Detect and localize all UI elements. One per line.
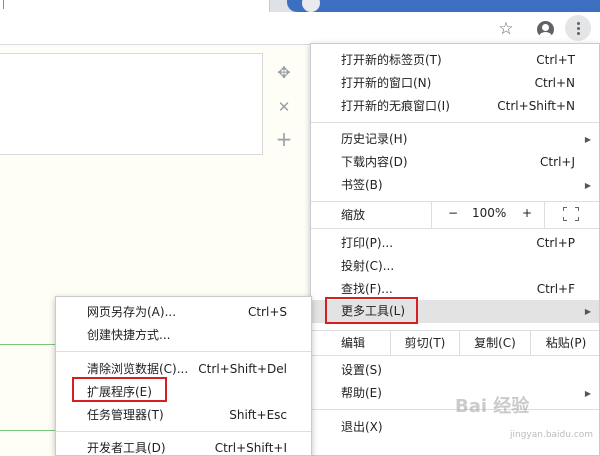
zoom-out-button[interactable]: −: [446, 206, 460, 220]
paste-button[interactable]: 粘贴(P): [530, 331, 600, 355]
plus-icon[interactable]: +: [274, 129, 294, 149]
menu-item-cast[interactable]: 投射(C)...: [311, 255, 599, 278]
menu-separator: [56, 431, 311, 432]
divider-line: [0, 430, 60, 431]
menu-separator: [56, 351, 311, 352]
submenu-arrow-icon: ▶: [584, 389, 591, 398]
zoom-controls: − 100% +: [431, 202, 545, 228]
menu-item-create-shortcut[interactable]: 创建快捷方式...: [56, 324, 311, 347]
menu-item-new-tab[interactable]: 打开新的标签页(T) Ctrl+T: [311, 49, 599, 72]
highlight-more-tools: [325, 297, 418, 324]
content-box: [0, 53, 263, 155]
close-icon[interactable]: ✕: [274, 97, 294, 117]
copy-button[interactable]: 复制(C): [459, 331, 530, 355]
menu-item-new-window[interactable]: 打开新的窗口(N) Ctrl+N: [311, 72, 599, 95]
zoom-row: 缩放 − 100% +: [311, 202, 599, 228]
menu-item-save-page-as[interactable]: 网页另存为(A)... Ctrl+S: [56, 301, 311, 324]
submenu-arrow-icon: ▶: [584, 181, 591, 190]
edit-row: 编辑 剪切(T) 复制(C) 粘贴(P): [311, 331, 599, 355]
menu-item-new-incognito[interactable]: 打开新的无痕窗口(I) Ctrl+Shift+N: [311, 95, 599, 118]
menu-item-print[interactable]: 打印(P)... Ctrl+P: [311, 232, 599, 255]
browser-toolbar: ☆: [0, 12, 600, 45]
account-icon[interactable]: [533, 17, 557, 41]
menu-separator: [311, 228, 599, 229]
menu-item-settings[interactable]: 设置(S): [311, 359, 599, 382]
fullscreen-icon[interactable]: [563, 207, 579, 221]
chrome-menu-button[interactable]: [565, 15, 591, 41]
menu-item-developer-tools[interactable]: 开发者工具(D) Ctrl+Shift+I: [56, 437, 311, 456]
submenu-arrow-icon: ▶: [584, 307, 591, 316]
highlight-extensions: [72, 377, 167, 402]
more-tools-submenu: 网页另存为(A)... Ctrl+S 创建快捷方式... 清除浏览数据(C)..…: [55, 296, 312, 456]
zoom-label: 缩放: [341, 208, 366, 222]
menu-separator: [311, 355, 599, 356]
menu-item-history[interactable]: 历史记录(H) ▶: [311, 128, 599, 151]
menu-separator: [311, 122, 599, 123]
menu-item-bookmarks[interactable]: 书签(B) ▶: [311, 174, 599, 197]
watermark-url: jingyan.baidu.com: [510, 430, 594, 440]
baidu-jingyan-watermark: Bai 经验: [455, 396, 530, 417]
divider-line: [0, 344, 60, 345]
edit-label: 编辑: [341, 336, 366, 350]
active-tab[interactable]: [0, 0, 270, 12]
bookmark-star-icon[interactable]: ☆: [494, 17, 518, 41]
tab-strip: [0, 0, 600, 12]
window-frame-area: [287, 0, 600, 12]
zoom-in-button[interactable]: +: [520, 206, 534, 220]
submenu-arrow-icon: ▶: [584, 135, 591, 144]
cut-button[interactable]: 剪切(T): [390, 331, 459, 355]
tab-divider: [3, 0, 4, 9]
zoom-level: 100%: [472, 206, 507, 220]
move-icon[interactable]: ✥: [274, 63, 294, 83]
menu-item-task-manager[interactable]: 任务管理器(T) Shift+Esc: [56, 404, 311, 427]
menu-item-downloads[interactable]: 下载内容(D) Ctrl+J: [311, 151, 599, 174]
profile-bubble: [302, 0, 320, 12]
